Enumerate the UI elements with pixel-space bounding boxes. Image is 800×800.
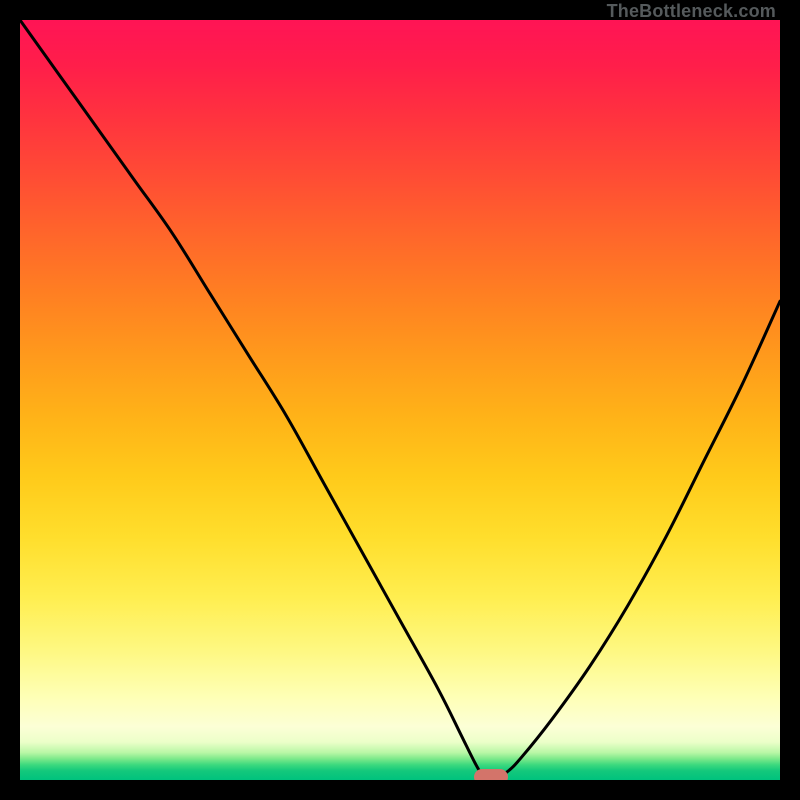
chart-frame: TheBottleneck.com bbox=[0, 0, 800, 800]
optimal-point-marker bbox=[474, 769, 508, 780]
bottleneck-curve bbox=[20, 20, 780, 780]
plot-area bbox=[20, 20, 780, 780]
watermark-text: TheBottleneck.com bbox=[607, 1, 776, 22]
